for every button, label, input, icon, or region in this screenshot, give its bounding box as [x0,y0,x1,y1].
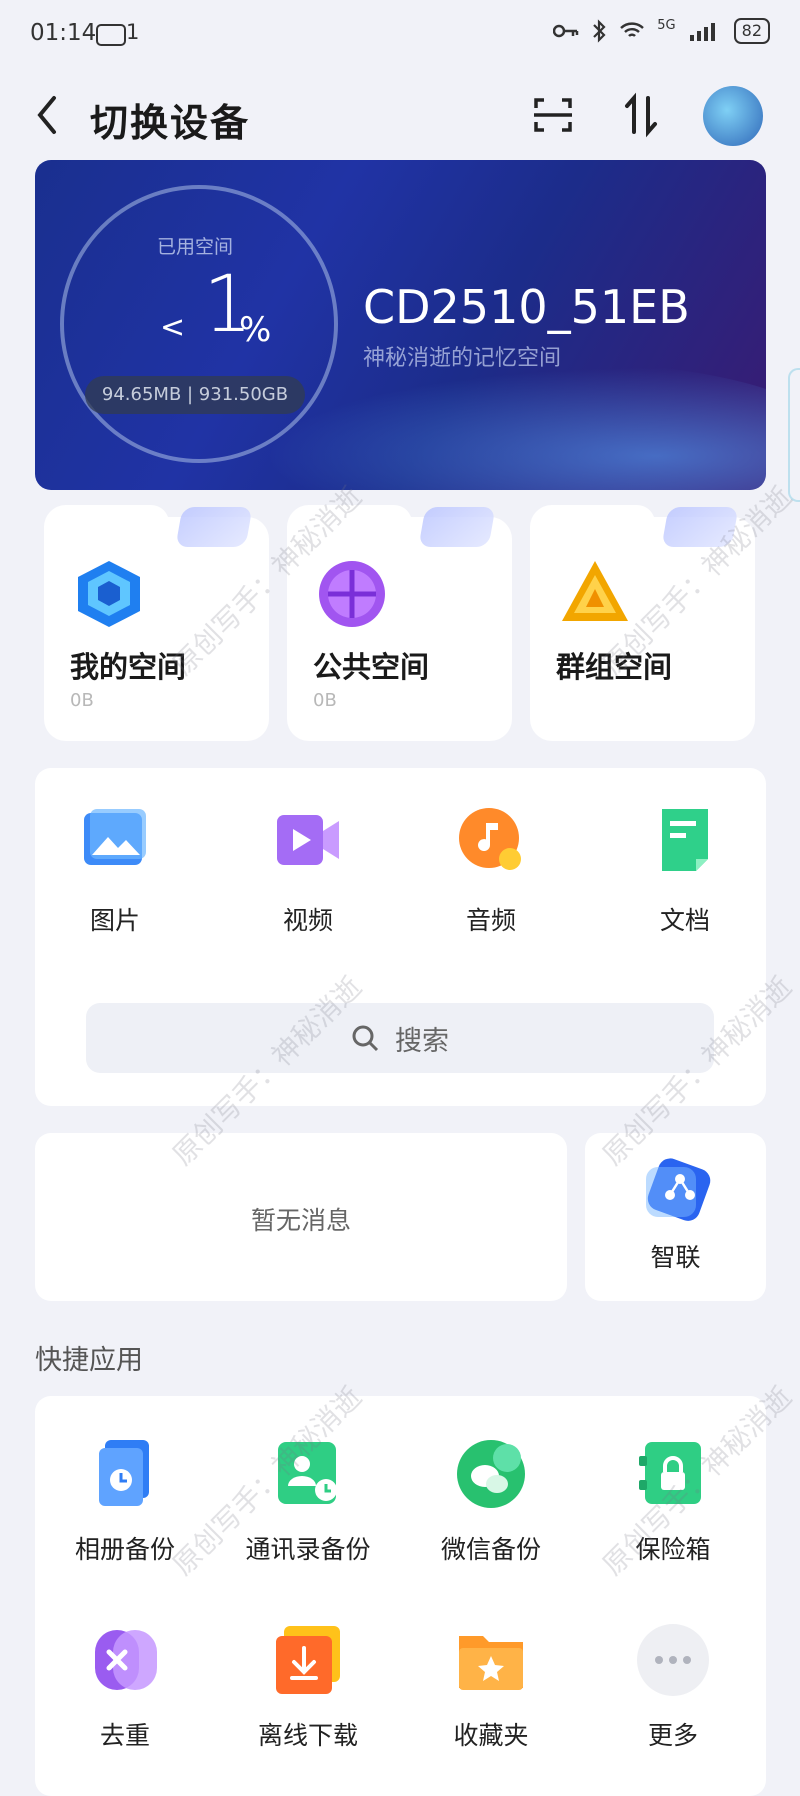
storage-banner[interactable]: 已用空间 < 1 % 94.65MB | 931.50GB CD2510_51E… [35,160,766,490]
search-bar[interactable]: 搜索 [86,1003,714,1073]
quick-app-more[interactable]: 更多 [583,1622,763,1752]
cube-icon [78,561,140,627]
video-icon [277,815,339,865]
used-prefix: < [160,310,186,345]
quick-apps-title: 快捷应用 [35,1345,143,1376]
device-subtitle: 神秘消逝的记忆空间 [363,346,562,371]
music-icon [459,808,521,870]
dedup-icon [95,1630,157,1690]
space-name: 群组空间 [556,650,673,684]
avatar[interactable] [703,86,763,146]
smart-connect-icon [646,1158,711,1221]
quick-app-dedup[interactable]: 去重 [35,1622,215,1752]
contacts-backup-icon [278,1442,337,1504]
battery-level: 82 [733,18,770,44]
scan-icon[interactable] [528,90,578,140]
quick-app-contacts-backup[interactable]: 通讯录备份 [218,1436,398,1566]
card-tab-decoration [418,507,496,547]
space-size: 0B [313,690,337,711]
message-panel[interactable]: 暂无消息 [35,1133,567,1301]
quick-app-label: 离线下载 [257,1721,358,1750]
wifi-icon [620,22,645,37]
space-name: 我的空间 [70,650,187,684]
album-backup-icon [99,1440,149,1506]
media-videos[interactable]: 视频 [238,805,378,937]
media-label: 图片 [89,906,140,935]
media-label: 音频 [465,906,516,935]
media-audio[interactable]: 音频 [421,805,561,937]
card-tab-decoration [175,507,253,547]
globe-icon [319,561,385,627]
message-icon [96,24,126,46]
usage-ring [60,185,338,463]
zhilian-label: 智联 [650,1243,701,1272]
search-icon [352,1025,379,1052]
folder-star-icon [459,1636,523,1690]
percent-sign: % [239,310,272,350]
quick-app-wechat-backup[interactable]: 微信备份 [401,1436,581,1566]
group-triangle-icon [562,561,628,621]
quick-app-label: 保险箱 [635,1535,711,1564]
quick-app-label: 相册备份 [74,1535,175,1564]
zhilian-card[interactable]: 智联 [585,1133,766,1301]
quick-app-label: 去重 [99,1721,150,1750]
signal-icon [689,23,715,41]
device-name: CD2510_51EB [363,280,690,334]
quick-app-offline-download[interactable]: 离线下载 [218,1622,398,1752]
page-title: 切换设备 [90,101,251,145]
capacity-pill: 94.65MB | 931.50GB [85,376,305,414]
quick-app-album-backup[interactable]: 相册备份 [35,1436,215,1566]
empty-message: 暂无消息 [250,1206,351,1235]
used-space-label: 已用空间 [157,236,234,258]
edge-handle[interactable] [788,368,800,502]
bluetooth-icon [593,19,606,43]
space-card-public[interactable]: 公共空间 0B [287,505,512,741]
image-icon [84,809,146,865]
key-icon [553,24,579,38]
space-card-my[interactable]: 我的空间 0B [44,505,269,741]
document-icon [662,809,708,871]
quick-app-label: 微信备份 [440,1535,541,1564]
space-card-group[interactable]: 群组空间 [530,505,755,741]
card-tab-decoration [661,507,739,547]
quick-app-label: 更多 [647,1721,698,1750]
quick-app-label: 通讯录备份 [245,1535,371,1564]
media-docs[interactable]: 文档 [615,805,755,937]
wechat-backup-icon [457,1440,525,1508]
media-label: 视频 [282,906,333,935]
back-icon[interactable] [30,90,70,140]
download-icon [276,1626,340,1694]
network-type: 5G [657,17,676,33]
transfer-icon[interactable] [616,90,666,140]
quick-app-label: 收藏夹 [453,1721,529,1750]
space-name: 公共空间 [313,650,430,684]
quick-app-safe[interactable]: 保险箱 [583,1436,763,1566]
notification-count: 1 [126,20,140,44]
media-photos[interactable]: 图片 [45,805,185,937]
status-time: 01:14 [30,20,97,46]
quick-app-favorites[interactable]: 收藏夹 [401,1622,581,1752]
status-icons: 5G 82 [553,18,770,44]
more-icon [637,1624,709,1696]
media-label: 文档 [659,906,710,935]
space-size: 0B [70,690,94,711]
search-label: 搜索 [395,1025,449,1057]
safe-lock-icon [639,1442,701,1504]
